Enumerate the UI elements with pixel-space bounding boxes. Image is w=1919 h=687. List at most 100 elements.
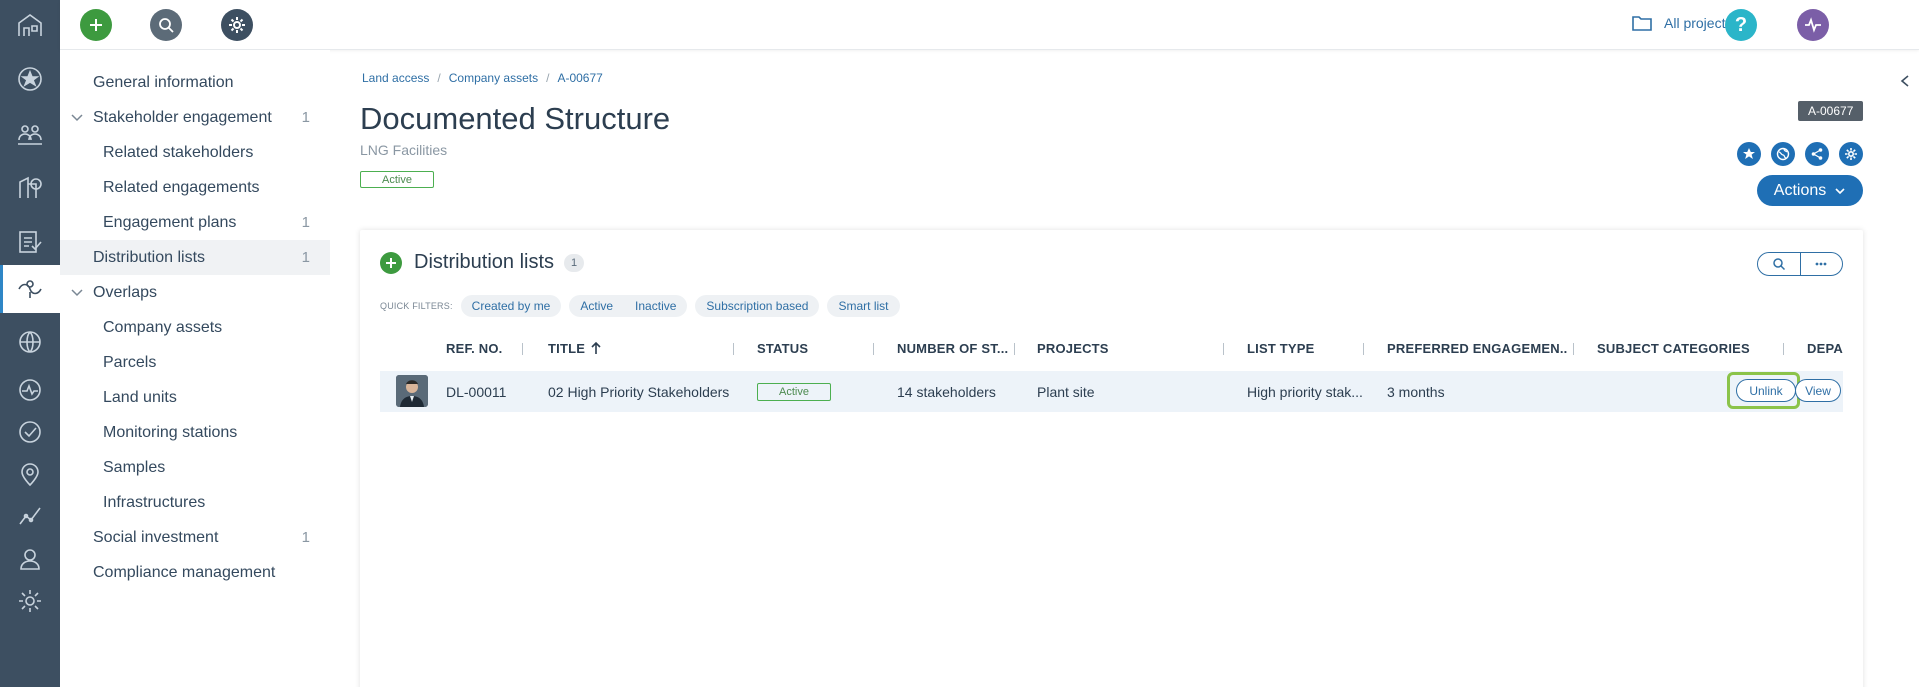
table-search-button[interactable]: [1758, 253, 1800, 275]
column-separator[interactable]: [522, 343, 523, 355]
column-list-type[interactable]: LIST TYPE: [1247, 330, 1357, 366]
nav-overlaps[interactable]: Overlaps: [60, 275, 330, 310]
card-header: Distribution lists 1: [380, 251, 585, 274]
all-projects-label: All projects: [1664, 15, 1733, 31]
global-icon[interactable]: [0, 321, 60, 363]
add-distribution-list-button[interactable]: [380, 251, 402, 274]
nav-distribution-lists[interactable]: Distribution lists 1: [60, 240, 330, 275]
nav-monitoring-stations[interactable]: Monitoring stations: [60, 415, 330, 450]
cell-status-badge: Active: [757, 383, 831, 401]
chevron-down-icon[interactable]: [70, 111, 84, 125]
cell-ref-no: DL-00011: [446, 383, 507, 400]
nav-label: Parcels: [103, 353, 157, 371]
status-filter-group: Active Inactive: [569, 295, 688, 317]
nav-related-stakeholders[interactable]: Related stakeholders: [60, 135, 330, 170]
column-title[interactable]: TITLE: [548, 330, 698, 366]
nav-label: Compliance management: [93, 563, 276, 581]
icon-rail: [0, 0, 60, 687]
activity-icon[interactable]: [1797, 9, 1829, 41]
check-icon[interactable]: [0, 411, 60, 453]
filter-inactive[interactable]: Inactive: [624, 295, 687, 317]
globe-icon[interactable]: [1771, 142, 1795, 166]
record-settings-icon[interactable]: [1839, 142, 1863, 166]
actions-button[interactable]: Actions: [1757, 175, 1863, 206]
ellipsis-icon: [1815, 262, 1827, 266]
nav-parcels[interactable]: Parcels: [60, 345, 330, 380]
user-icon[interactable]: [0, 538, 60, 580]
all-projects-link[interactable]: All projects: [1632, 14, 1732, 32]
add-icon[interactable]: [80, 9, 112, 41]
nav-label: Land units: [103, 388, 177, 406]
breadcrumb-land-access[interactable]: Land access: [362, 71, 429, 85]
quick-filters-label: QUICK FILTERS:: [380, 301, 453, 311]
plus-icon: [386, 257, 396, 268]
nav-compliance-management[interactable]: Compliance management: [60, 555, 330, 590]
nav-related-engagements[interactable]: Related engagements: [60, 170, 330, 205]
collapse-panel-icon[interactable]: [1899, 74, 1911, 88]
nav-count: 1: [301, 529, 310, 546]
column-department[interactable]: DEPA: [1807, 330, 1843, 366]
nav-company-assets[interactable]: Company assets: [60, 310, 330, 345]
search-icon[interactable]: [150, 9, 182, 41]
share-icon[interactable]: [1805, 142, 1829, 166]
column-separator[interactable]: [1223, 343, 1224, 355]
chevron-down-icon: [1835, 187, 1845, 194]
filter-created-by-me[interactable]: Created by me: [460, 295, 562, 317]
table-header: REF. NO. TITLE STATUS NUMBER OF ST... PR…: [380, 330, 1843, 366]
more-options-button[interactable]: [1799, 253, 1843, 275]
nav-engagement-plans[interactable]: Engagement plans 1: [60, 205, 330, 240]
column-status[interactable]: STATUS: [757, 330, 867, 366]
breadcrumb-company-assets[interactable]: Company assets: [449, 71, 538, 85]
nav-label: Monitoring stations: [103, 423, 238, 441]
unlink-button[interactable]: Unlink: [1736, 379, 1796, 402]
column-projects[interactable]: PROJECTS: [1037, 330, 1227, 366]
nav-count: 1: [301, 109, 310, 126]
view-button[interactable]: View: [1795, 379, 1841, 402]
column-separator[interactable]: [733, 343, 734, 355]
help-icon[interactable]: ?: [1725, 9, 1757, 41]
nav-land-units[interactable]: Land units: [60, 380, 330, 415]
column-separator[interactable]: [1573, 343, 1574, 355]
nav-general-information[interactable]: General information: [60, 65, 330, 100]
location-icon[interactable]: [0, 453, 60, 495]
filter-smart-list[interactable]: Smart list: [827, 295, 900, 317]
status-badge: Active: [360, 171, 434, 188]
favorite-star-icon[interactable]: [1737, 142, 1761, 166]
monitoring-icon[interactable]: [0, 369, 60, 411]
sort-ascending-icon: [591, 341, 601, 354]
home-icon[interactable]: [0, 4, 60, 46]
nav-count: 1: [301, 249, 310, 266]
nav-label: Company assets: [103, 318, 223, 336]
nav-label: Engagement plans: [103, 213, 237, 231]
chevron-down-icon[interactable]: [70, 286, 84, 300]
stakeholders-icon[interactable]: [0, 113, 60, 155]
distribution-icon[interactable]: [0, 265, 60, 313]
gear-icon[interactable]: [221, 9, 253, 41]
table-row[interactable]: DL-00011 02 High Priority Stakeholders A…: [380, 371, 1843, 412]
column-subject-categories[interactable]: SUBJECT CATEGORIES: [1597, 330, 1767, 366]
column-ref-no[interactable]: REF. NO.: [446, 330, 516, 366]
column-separator[interactable]: [1363, 343, 1364, 355]
tasks-icon[interactable]: [0, 221, 60, 263]
column-number-of-stakeholders[interactable]: NUMBER OF ST...: [897, 330, 1009, 366]
nav-samples[interactable]: Samples: [60, 450, 330, 485]
settings-icon[interactable]: [0, 580, 60, 622]
breadcrumb-separator: /: [437, 71, 441, 85]
cell-title[interactable]: 02 High Priority Stakeholders: [548, 371, 738, 412]
column-separator[interactable]: [1783, 343, 1784, 355]
chart-icon[interactable]: [0, 495, 60, 537]
nav-infrastructures[interactable]: Infrastructures: [60, 485, 330, 520]
nav-social-investment[interactable]: Social investment 1: [60, 520, 330, 555]
engagements-icon[interactable]: [0, 167, 60, 209]
nav-label: Stakeholder engagement: [93, 108, 272, 126]
nav-stakeholder-engagement[interactable]: Stakeholder engagement 1: [60, 100, 330, 135]
nav-label: Overlaps: [93, 283, 158, 301]
filter-subscription-based[interactable]: Subscription based: [695, 295, 820, 317]
cell-number-of-stakeholders: 14 stakeholders: [897, 383, 996, 400]
star-icon[interactable]: [0, 58, 60, 100]
filter-active[interactable]: Active: [569, 295, 624, 317]
column-separator[interactable]: [873, 343, 874, 355]
breadcrumb-record-id[interactable]: A-00677: [557, 71, 602, 85]
column-preferred-engagement[interactable]: PREFERRED ENGAGEMEN...: [1387, 330, 1567, 366]
column-separator[interactable]: [1014, 343, 1015, 355]
